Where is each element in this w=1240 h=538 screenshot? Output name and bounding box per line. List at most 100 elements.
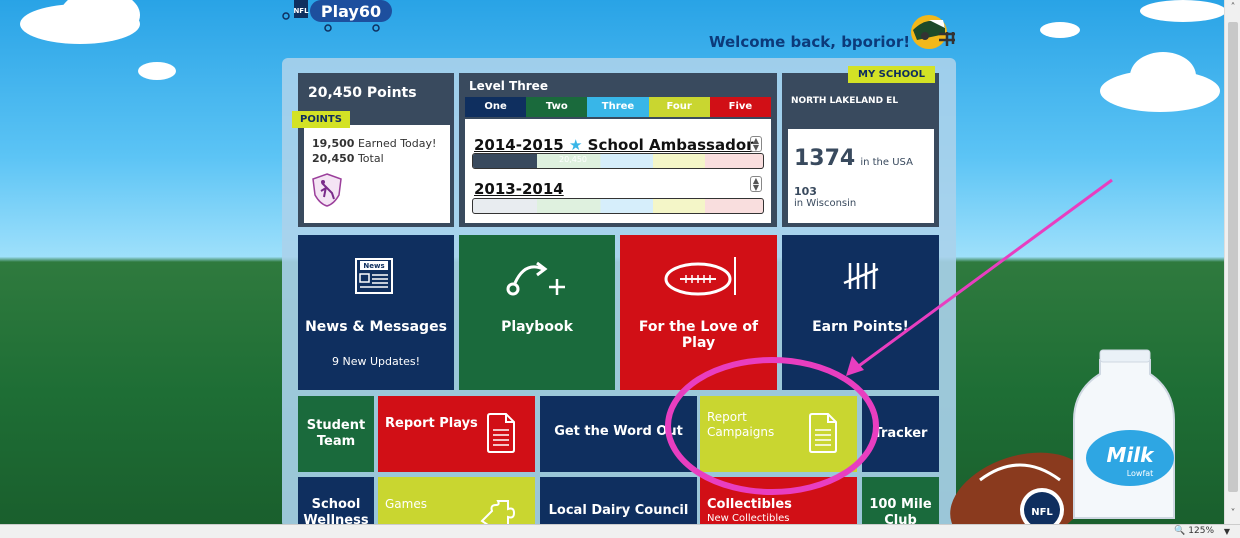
- scroll-up-icon[interactable]: ˄: [1225, 0, 1240, 16]
- zoom-value: 125%: [1188, 526, 1214, 536]
- level-row-2014-bar: 20,450: [472, 153, 764, 169]
- points-earned-today: 19,500 Earned Today!: [312, 137, 436, 150]
- tile-mile-club-title: 100 Mile Club: [862, 497, 939, 524]
- tile-100-mile-club[interactable]: 100 Mile Club: [862, 477, 939, 524]
- tile-student-team-title: Student Team: [298, 418, 374, 450]
- usa-rank-value: 1374: [794, 146, 856, 171]
- logo-badge: NFL: [293, 7, 309, 15]
- vertical-scrollbar[interactable]: ˄ ˅: [1224, 0, 1240, 524]
- scroll-thumb[interactable]: [1228, 22, 1238, 492]
- tile-collectibles-title: Collectibles: [707, 497, 792, 512]
- points-heading: 20,450 Points: [308, 85, 417, 101]
- tile-news-messages[interactable]: News News & Messages 9 New Updates!: [298, 235, 454, 390]
- points-panel: 20,450 Points 19,500 Earned Today! 20,45…: [298, 73, 454, 227]
- level-row-2013-bar: [472, 198, 764, 214]
- tile-mile-club-line1: 100 Mile: [869, 497, 932, 512]
- status-bar: 🔍 125% ▼: [0, 524, 1240, 538]
- tile-report-plays[interactable]: Report Plays: [378, 396, 535, 472]
- tile-playbook[interactable]: Playbook: [459, 235, 615, 390]
- level-row-2014-bar-fill: [473, 154, 537, 168]
- tile-collectibles-subtitle: New Collectibles: [707, 513, 790, 524]
- tile-tracker[interactable]: Tracker: [862, 396, 939, 472]
- tile-report-campaigns[interactable]: Report Campaigns: [700, 396, 857, 472]
- football-nfl-text: NFL: [1031, 507, 1053, 518]
- shield-badge-icon[interactable]: [312, 173, 342, 207]
- points-ribbon: POINTS: [292, 111, 350, 128]
- tile-student-team-line2: Team: [316, 434, 356, 449]
- tile-report-plays-title: Report Plays: [385, 416, 478, 431]
- newspaper-icon: News: [355, 258, 393, 294]
- level-row-2013[interactable]: 2013-2014: [474, 180, 564, 198]
- milk-label: Milk: [1107, 443, 1156, 467]
- tile-divider: [734, 257, 736, 295]
- level-segment-four: Four: [648, 97, 710, 117]
- logo-text: Play60: [321, 2, 381, 21]
- usa-rank-label: in the USA: [860, 157, 913, 168]
- state-rank-label: in Wisconsin: [794, 198, 857, 209]
- tile-get-word-out[interactable]: Get the Word Out: [540, 396, 697, 472]
- zoom-level[interactable]: 🔍 125%: [1174, 525, 1214, 538]
- earned-today-label: Earned Today!: [357, 137, 437, 150]
- tile-love-title: For the Love of Play: [638, 319, 759, 351]
- points-total-value: 20,450: [312, 152, 355, 165]
- earned-today-value: 19,500: [312, 137, 355, 150]
- points-total: 20,450 Total: [312, 152, 384, 165]
- points-total-label: Total: [357, 152, 384, 165]
- school-panel: NORTH LAKELAND EL 1374 in the USA 103 in…: [782, 73, 939, 227]
- tile-news-title: News & Messages: [305, 319, 447, 335]
- level-segment-two: Two: [526, 97, 588, 117]
- football-icon: [664, 262, 732, 296]
- tile-earn-title: Earn Points!: [812, 319, 909, 335]
- document-icon: [487, 413, 515, 453]
- school-content: 1374 in the USA 103 in Wisconsin: [788, 129, 934, 223]
- tile-wellness-title: School Wellness: [298, 497, 374, 524]
- tally-marks-icon: [843, 263, 879, 289]
- level-title: Level Three: [469, 79, 548, 93]
- state-rank-value: 103: [794, 185, 817, 198]
- level-row-2013-spinner[interactable]: ▲ ▼: [750, 176, 762, 192]
- play-arrow-icon: [506, 261, 565, 296]
- welcome-message: Welcome back, bporior!: [709, 33, 911, 51]
- tile-mile-club-line2: Club: [884, 513, 917, 524]
- tile-dairy-title: Local Dairy Council: [548, 503, 689, 518]
- points-content: 19,500 Earned Today! 20,450 Total: [304, 125, 450, 223]
- news-icon-text: News: [363, 262, 384, 270]
- tile-collectibles[interactable]: Collectibles New Collectibles: [700, 477, 857, 524]
- tile-games[interactable]: Games: [378, 477, 535, 524]
- tile-school-wellness[interactable]: School Wellness: [298, 477, 374, 524]
- campaign-document-icon: [809, 413, 837, 453]
- level-row-2014-spinner[interactable]: ▲ ▼: [750, 136, 762, 152]
- tile-love-of-play[interactable]: For the Love of Play: [620, 235, 777, 390]
- tile-word-out-title: Get the Word Out: [554, 424, 683, 439]
- tile-tracker-title: Tracker: [873, 426, 928, 441]
- tile-student-team[interactable]: Student Team: [298, 396, 374, 472]
- level-segment-three: Three: [587, 97, 649, 117]
- level-row-year-2013: 2013-2014: [474, 180, 564, 198]
- tile-campaigns-line1: Report: [707, 410, 747, 424]
- school-name: NORTH LAKELAND EL: [791, 96, 899, 106]
- milk-sublabel: Lowfat: [1127, 469, 1154, 478]
- tile-earn-points[interactable]: Earn Points!: [782, 235, 939, 390]
- zoom-dropdown-icon[interactable]: ▼: [1224, 525, 1230, 538]
- star-icon: ★: [568, 136, 583, 154]
- milk-football-decoration: NFL Milk Lowfat: [950, 349, 1175, 524]
- level-row-year: 2014-2015: [474, 136, 564, 154]
- level-row-2014-bar-label: 20,450: [559, 155, 587, 164]
- tile-student-team-line1: Student: [306, 418, 366, 433]
- level-segment-one: One: [465, 97, 527, 117]
- level-row-role: School Ambassador: [587, 136, 754, 154]
- tile-campaigns-title: Report Campaigns: [707, 410, 774, 440]
- tile-playbook-title: Playbook: [501, 319, 573, 335]
- level-segment-five: Five: [709, 97, 771, 117]
- tile-wellness-line2: Wellness: [303, 513, 369, 524]
- level-row-2014[interactable]: 2014-2015 ★ School Ambassador: [474, 136, 754, 154]
- page-canvas: NFL Play60 Welcome back, bporior! 20,450…: [0, 0, 1224, 524]
- play60-logo[interactable]: NFL Play60: [280, 0, 398, 32]
- tile-local-dairy-council[interactable]: Local Dairy Council: [540, 477, 697, 524]
- tile-wellness-line1: School: [311, 497, 361, 512]
- scroll-down-icon[interactable]: ˅: [1225, 506, 1240, 522]
- tile-campaigns-line2: Campaigns: [707, 425, 775, 439]
- school-ribbon: MY SCHOOL: [848, 66, 935, 83]
- helmet-avatar-icon[interactable]: [903, 10, 959, 54]
- school-usa-rank: 1374 in the USA: [794, 146, 913, 171]
